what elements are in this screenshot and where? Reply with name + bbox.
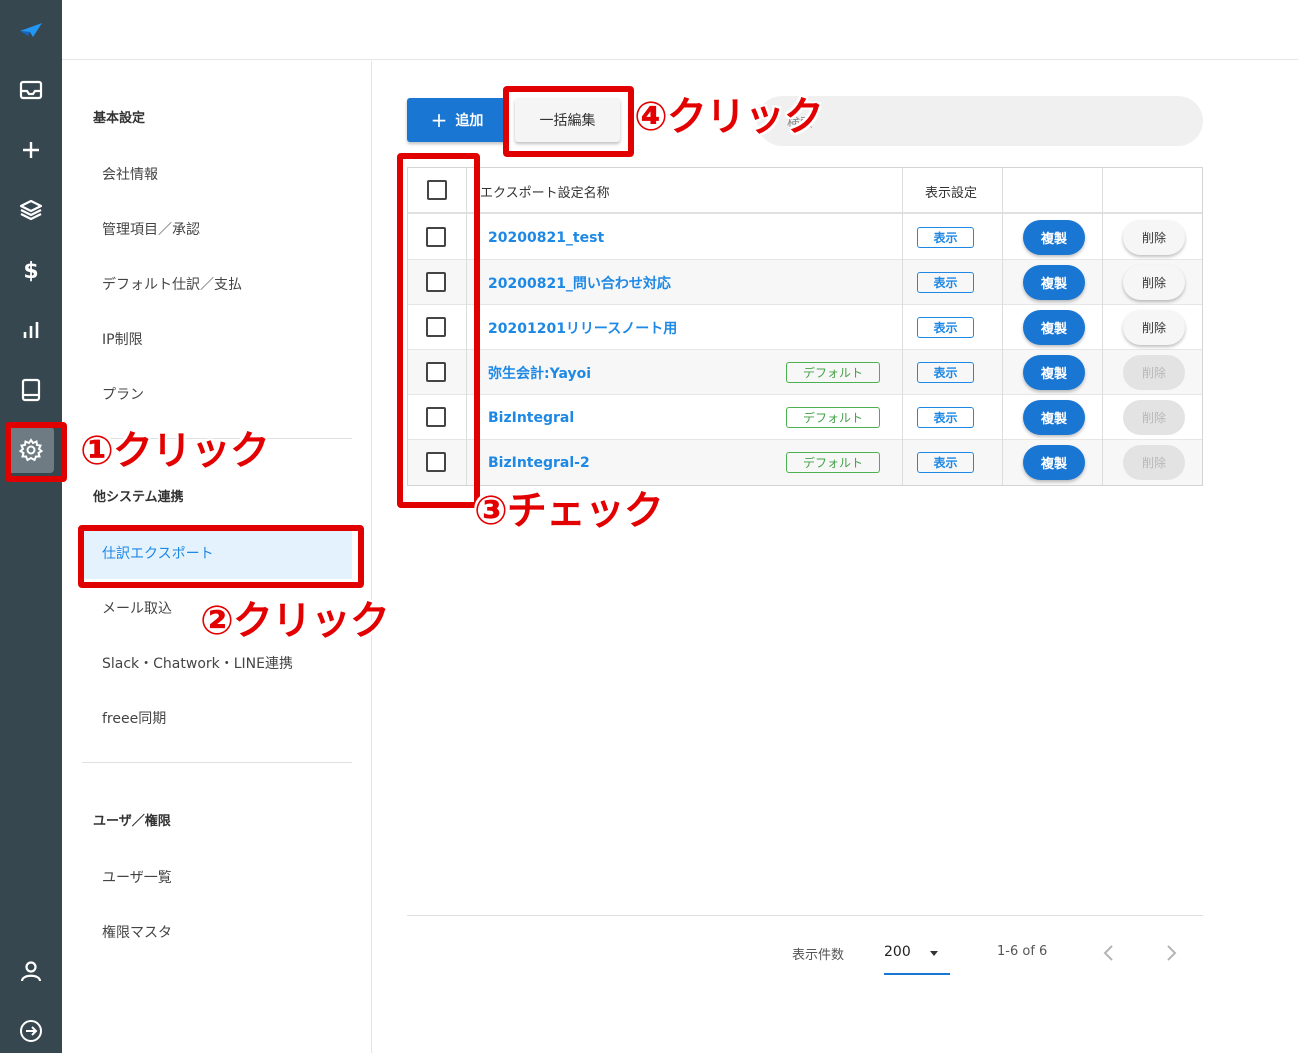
step2-annotation: ②クリック — [200, 598, 390, 644]
highlight-bulk-edit — [503, 86, 634, 157]
rows-per-page-select[interactable]: 200 — [884, 935, 950, 975]
rows-per-page-value: 200 — [884, 944, 911, 960]
section-title: ユーザ／権限 — [93, 814, 171, 829]
step3-annotation: ③チェック — [474, 488, 664, 534]
table-row: 20200821_test 表示 複製 削除 — [408, 215, 1202, 260]
default-tag: デフォルト — [786, 362, 880, 383]
column-divider — [1102, 168, 1103, 485]
menu-item-freee[interactable]: freee同期 — [102, 708, 166, 728]
delete-button[interactable]: 削除 — [1123, 310, 1185, 345]
menu-item-manage[interactable]: 管理項目／承認 — [102, 219, 200, 239]
menu-item-mail[interactable]: メール取込 — [102, 598, 172, 618]
inbox-icon[interactable] — [0, 65, 62, 115]
dollar-icon[interactable]: $ — [0, 245, 62, 295]
footer-divider — [407, 915, 1203, 916]
menu-item-users[interactable]: ユーザ一覧 — [102, 867, 172, 887]
row-name-link[interactable]: 20201201リリースノート用 — [488, 305, 677, 350]
menu-item-chat[interactable]: Slack・Chatwork・LINE連携 — [102, 653, 293, 673]
book-icon[interactable] — [0, 365, 62, 415]
svg-text:$: $ — [23, 259, 38, 283]
display-tag: 表示 — [917, 227, 974, 248]
step4-annotation: ④クリック — [634, 94, 824, 140]
delete-button-disabled: 削除 — [1123, 445, 1185, 480]
table-row: 20201201リリースノート用 表示 複製 削除 — [408, 305, 1202, 350]
table-row: BizIntegral デフォルト 表示 複製 削除 — [408, 395, 1202, 440]
section-title: 基本設定 — [93, 111, 146, 126]
column-divider — [1002, 168, 1003, 485]
display-tag: 表示 — [917, 407, 974, 428]
table-row: 20200821_問い合わせ対応 表示 複製 削除 — [408, 260, 1202, 305]
logo-icon[interactable] — [0, 5, 62, 55]
row-name-link[interactable]: 20200821_test — [488, 215, 604, 260]
icon-rail: $ — [0, 0, 62, 1053]
header-display: 表示設定 — [925, 185, 978, 201]
top-bar — [62, 0, 1298, 60]
search-input[interactable]: 検索 — [757, 96, 1203, 146]
display-tag: 表示 — [917, 362, 974, 383]
row-name-link[interactable]: 20200821_問い合わせ対応 — [488, 260, 671, 305]
menu-item-roles[interactable]: 権限マスタ — [102, 922, 172, 942]
layers-icon[interactable] — [0, 185, 62, 235]
user-icon[interactable] — [0, 946, 62, 996]
default-tag: デフォルト — [786, 407, 880, 428]
delete-button-disabled: 削除 — [1123, 355, 1185, 390]
menu-item-plan[interactable]: プラン — [102, 384, 144, 404]
copy-button[interactable]: 複製 — [1023, 400, 1085, 435]
page-range: 1-6 of 6 — [997, 944, 1048, 959]
highlight-checkboxes — [397, 153, 480, 508]
logout-icon[interactable] — [0, 1006, 62, 1053]
display-tag: 表示 — [917, 452, 974, 473]
chart-icon[interactable] — [0, 305, 62, 355]
table-row: 弥生会計:Yayoi デフォルト 表示 複製 削除 — [408, 350, 1202, 395]
header-name: エクスポート設定名称 — [480, 185, 610, 201]
column-divider — [902, 168, 903, 485]
default-tag: デフォルト — [786, 452, 880, 473]
plus-icon[interactable] — [0, 125, 62, 175]
copy-button[interactable]: 複製 — [1023, 445, 1085, 480]
export-settings-table: エクスポート設定名称 表示設定 20200821_test 表示 複製 削除 2… — [407, 167, 1203, 486]
plus-icon: + — [430, 108, 448, 132]
display-tag: 表示 — [917, 272, 974, 293]
display-tag: 表示 — [917, 317, 974, 338]
copy-button[interactable]: 複製 — [1023, 355, 1085, 390]
highlight-journal-export — [78, 525, 364, 588]
add-button-label: 追加 — [455, 113, 484, 129]
chevron-right-icon[interactable] — [1159, 941, 1183, 965]
chevron-left-icon[interactable] — [1097, 941, 1121, 965]
delete-button-disabled: 削除 — [1123, 400, 1185, 435]
copy-button[interactable]: 複製 — [1023, 310, 1085, 345]
menu-item-default-journal[interactable]: デフォルト仕訳／支払 — [102, 274, 242, 294]
section-title: 他システム連携 — [93, 490, 184, 505]
row-name-link[interactable]: 弥生会計:Yayoi — [488, 350, 591, 395]
menu-divider — [82, 762, 352, 763]
rows-per-page-label: 表示件数 — [792, 948, 845, 963]
copy-button[interactable]: 複製 — [1023, 265, 1085, 300]
app-root: $ 基本設定 会社情報 管理項目／承認 デフォルト仕訳／支払 IP制限 プラン … — [0, 0, 1298, 1053]
highlight-settings — [5, 422, 67, 482]
delete-button[interactable]: 削除 — [1123, 220, 1185, 255]
copy-button[interactable]: 複製 — [1023, 220, 1085, 255]
menu-item-ip[interactable]: IP制限 — [102, 329, 143, 349]
caret-down-icon — [930, 951, 938, 956]
delete-button[interactable]: 削除 — [1123, 265, 1185, 300]
menu-item-company[interactable]: 会社情報 — [102, 164, 158, 184]
add-button[interactable]: + 追加 — [407, 98, 507, 142]
row-name-link[interactable]: BizIntegral — [488, 395, 574, 440]
table-header: エクスポート設定名称 表示設定 — [408, 168, 1202, 214]
step1-annotation: ①クリック — [80, 428, 270, 474]
